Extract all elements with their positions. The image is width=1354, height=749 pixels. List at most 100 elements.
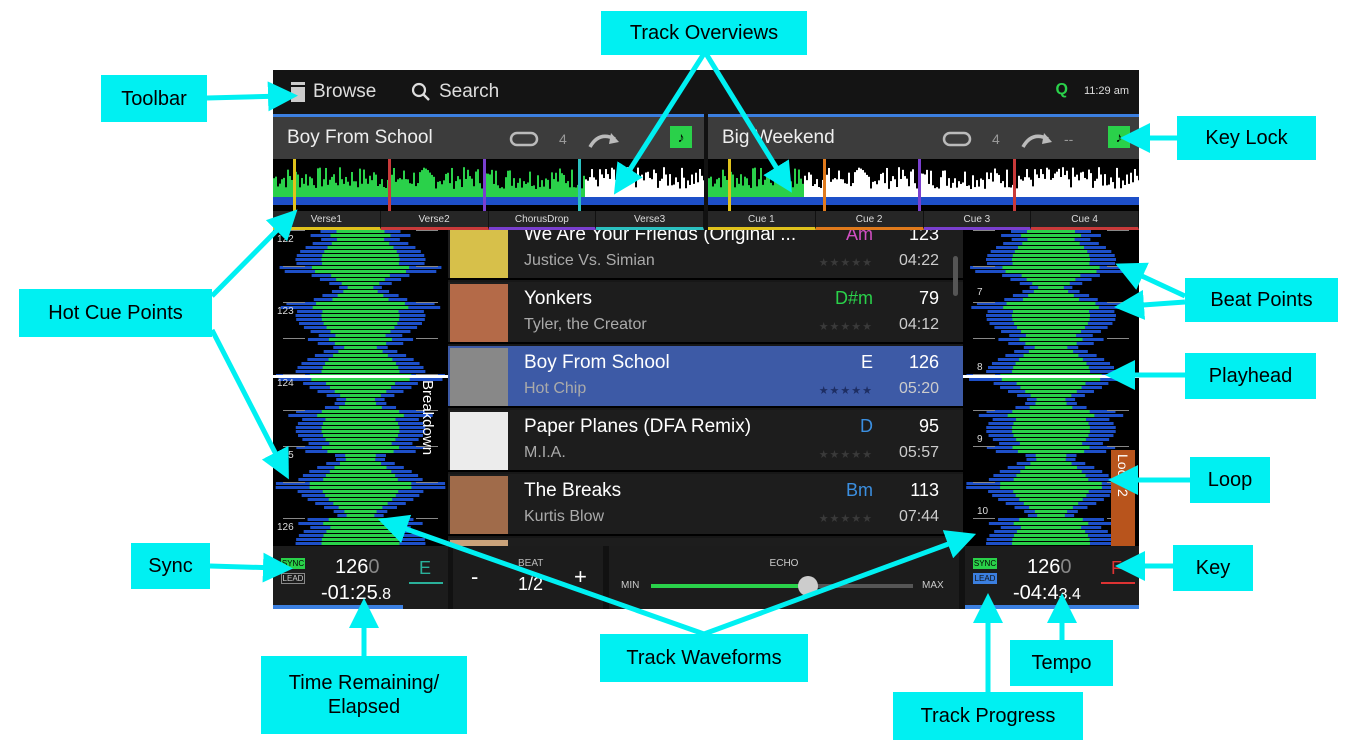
lead-button[interactable]: LEAD [281,573,305,584]
track-artist: Justice Vs. Simian [524,252,655,269]
stage: Browse Search Q 11:29 am Boy From School… [0,0,1354,749]
callout-loop: Loop [1190,457,1270,503]
hot-cue-row-right: Cue 1 Cue 2 Cue 3 Cue 4 [708,211,1139,230]
deck-right-title: Big Weekend [722,127,835,148]
track-key: E [860,352,873,372]
beat-number: 10 [977,506,989,517]
beat-minus-button[interactable]: - [471,564,478,590]
track-row[interactable]: Paper Planes (DFA Remix) M.I.A. D 95 ★★★★★ 05… [448,410,963,472]
hot-cue-button[interactable]: Cue 4 [1031,211,1139,230]
hot-cue-button[interactable]: Cue 2 [815,211,924,230]
quantize-indicator[interactable]: Q [1056,81,1068,99]
sync-button[interactable]: SYNC [973,558,997,569]
callout-track-overviews: Track Overviews [601,11,807,55]
time-value: -01:25 [321,582,378,604]
fx-min-label: MIN [621,580,640,591]
album-art [450,412,508,470]
tempo-readout: 1260 [335,556,380,579]
hot-cue-button[interactable]: ChorusDrop [488,211,597,230]
track-waveform-left[interactable]: 122 123 124 125 126 Breakdown [273,230,448,546]
beat-number: 123 [277,306,294,317]
hot-cue-button[interactable]: Verse3 [596,211,704,230]
loop-label: Loop 2 [1115,454,1131,497]
track-overview-right[interactable] [708,159,1139,211]
hot-cue-button[interactable]: Cue 1 [708,211,816,230]
callout-time-remaining: Time Remaining/ Elapsed [261,656,467,734]
key-lock-icon[interactable]: ♪ [1108,126,1130,148]
overview-waveform [708,159,1139,211]
callout-track-progress: Track Progress [893,692,1083,740]
deck-left-title: Boy From School [287,127,433,148]
track-bpm: 79 [918,288,939,308]
track-overview-left[interactable] [273,159,704,211]
beat-number: 9 [977,434,983,445]
tempo-readout: 1260 [1027,556,1072,579]
callout-tempo: Tempo [1010,640,1113,686]
track-rating: ★★★★★ [818,513,873,525]
beat-number: 125 [277,450,294,461]
track-duration: 04:22 [898,252,939,269]
track-duration: 04:12 [898,316,939,333]
album-art [450,476,508,534]
sync-button[interactable]: SYNC [281,558,305,569]
search-icon [411,82,430,101]
browse-icon [291,82,305,102]
track-title: Yonkers [524,288,592,309]
beat-plus-button[interactable]: + [574,564,587,590]
loop-icon[interactable] [509,131,539,147]
section-label: Breakdown [419,380,436,456]
browse-button[interactable]: Browse [291,81,376,103]
time-value: -04:4 [1013,582,1059,604]
track-bpm: 95 [918,416,939,436]
library-scrollbar[interactable] [953,256,958,296]
track-rating: ★★★★★ [818,321,873,333]
deck-left-info: SYNC LEAD 1260 E -01:25.8 [273,546,448,609]
track-waveform-right[interactable]: 7 8 9 10 Loop 2 [963,230,1139,546]
fx-slider-thumb[interactable] [798,576,819,596]
track-row[interactable]: Boy From School Hot Chip E 126 ★★★★★ 05:20 [448,346,963,408]
track-row[interactable]: The New StyleD#m99 [448,538,963,546]
beat-label: BEAT [518,558,544,569]
track-artist: Hot Chip [524,380,587,397]
track-key: D#m [834,288,873,308]
key-lock-icon[interactable]: ♪ [670,126,692,148]
device-screen: Browse Search Q 11:29 am Boy From School… [273,70,1139,609]
key-underline [409,582,443,584]
tempo-decimal: 0 [1060,556,1072,578]
overview-waveform [273,159,704,211]
deck-right-info: SYNC LEAD 1260 F -04:43.4 [965,546,1139,609]
track-row[interactable]: We Are Your Friends (Original ... Justice… [448,230,963,280]
track-artist: Tyler, the Creator [524,316,647,333]
track-key: Am [846,230,873,244]
lead-button[interactable]: LEAD [973,573,997,584]
callout-sync: Sync [131,543,210,589]
deck-left-header: Boy From School 4 ♪ [273,117,704,159]
tempo-value: 126 [335,556,369,578]
hot-cue-button[interactable]: Verse1 [273,211,381,230]
time-remaining[interactable]: -01:25.8 [321,582,391,605]
track-row[interactable]: Yonkers Tyler, the Creator D#m 79 ★★★★★ 04:12 [448,282,963,344]
beat-number: 126 [277,522,294,533]
hot-cue-row-left: Verse1 Verse2 ChorusDrop Verse3 [273,211,704,230]
beat-number: 124 [277,378,294,389]
track-duration: 05:20 [898,380,939,397]
reloop-icon[interactable] [587,129,621,149]
beat-number: 8 [977,362,983,373]
track-duration: 05:57 [898,444,939,461]
hot-cue-button[interactable]: Cue 3 [923,211,1032,230]
track-key: Bm [846,480,873,500]
time-decimal: .8 [377,586,392,603]
hot-cue-button[interactable]: Verse2 [380,211,489,230]
callout-beat-points: Beat Points [1185,278,1338,322]
search-button[interactable]: Search [411,81,499,103]
beat-value: 1/2 [518,574,544,594]
loop-region[interactable]: Loop 2 [1111,450,1135,546]
track-row[interactable]: The Breaks Kurtis Blow Bm 113 ★★★★★ 07:44 [448,474,963,536]
browse-label: Browse [313,81,377,102]
time-remaining[interactable]: -04:43.4 [1013,582,1081,605]
fx-slider-track[interactable] [651,576,913,596]
loop-icon[interactable] [942,131,972,147]
key-display: E [419,558,432,578]
reloop-icon[interactable] [1020,129,1054,149]
callout-hot-cue-points: Hot Cue Points [19,289,212,337]
